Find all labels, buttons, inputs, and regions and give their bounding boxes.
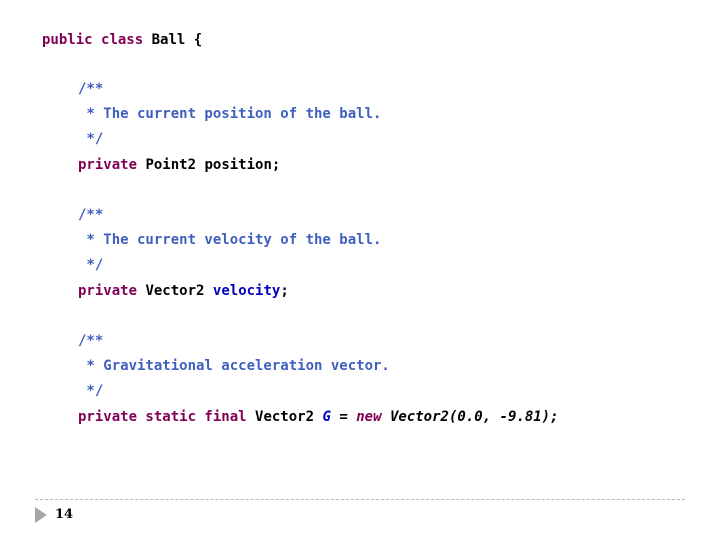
javadoc-open: /** [78,207,104,223]
field-name: position [204,157,272,173]
class-name: Ball [151,32,186,48]
semicolon: ; [271,157,281,173]
field-name: velocity [212,283,281,299]
javadoc-text: * The current velocity of the ball. [78,232,382,248]
keyword-class: class [101,32,144,48]
keyword-new: new [356,409,382,425]
semicolon: ; [280,283,289,299]
javadoc-close: */ [78,383,104,399]
assign-operator: = [339,409,348,425]
slide-number: 14 [55,507,74,522]
initializer-expression: Vector2(0.0, -9.81); [389,409,559,425]
field-declaration-gravity: private static final Vector2 G = new Vec… [78,408,559,426]
footer-divider [35,499,685,500]
open-brace: { [193,32,203,48]
field-modifiers: private [78,283,138,299]
javadoc-text: * The current position of the ball. [78,106,382,122]
class-declaration: public class Ball { [42,31,202,49]
field-declaration-position: private Point2 position; [78,156,280,174]
javadoc-text: * Gravitational acceleration vector. [78,358,390,374]
javadoc-open: /** [78,333,104,349]
field-modifiers: private [78,157,138,173]
javadoc-open: /** [78,81,104,97]
field-type: Point2 [145,157,197,173]
triangle-bullet-icon [35,507,47,523]
field-declaration-velocity: private Vector2 velocity; [78,282,289,300]
field-type: Vector2 [255,409,315,425]
javadoc-close: */ [78,257,104,273]
code-listing: public class Ball { /** * The current po… [0,0,720,480]
field-type: Vector2 [145,283,205,299]
field-name: G [322,409,331,425]
field-modifiers: private static final [78,409,247,425]
javadoc-close: */ [78,131,104,147]
keyword-public: public [42,32,93,48]
